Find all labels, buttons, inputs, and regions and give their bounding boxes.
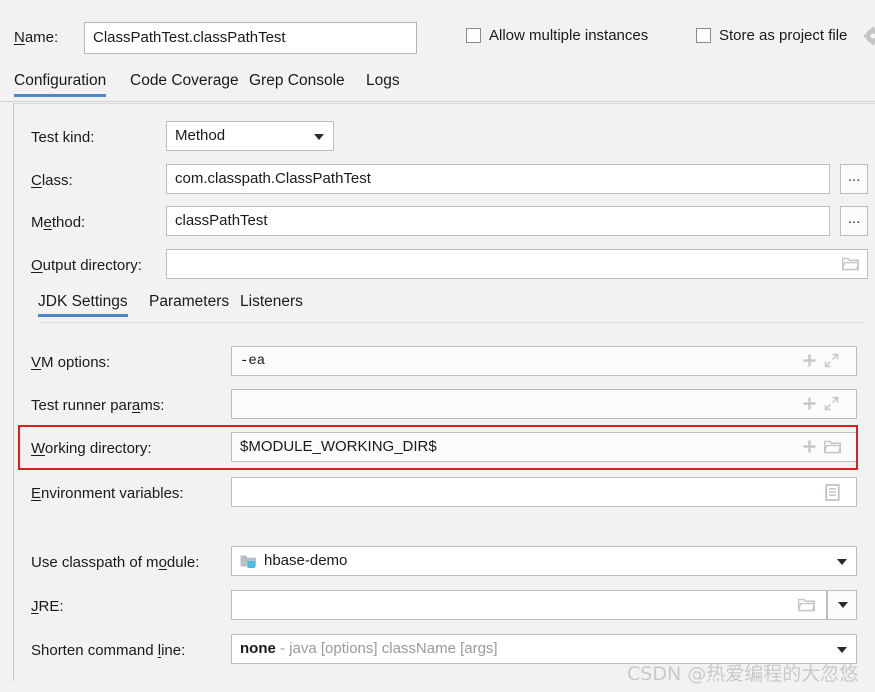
chevron-down-icon[interactable]	[838, 602, 848, 608]
vm-options-input[interactable]: -ea	[231, 346, 857, 376]
tab-code-coverage[interactable]: Code Coverage	[130, 72, 239, 97]
store-as-project-file-checkbox[interactable]: Store as project file	[696, 27, 847, 44]
working-directory-label: Working directory:	[31, 440, 152, 457]
tab-jdk-settings[interactable]: JDK Settings	[38, 293, 128, 317]
jre-dropdown-button[interactable]	[827, 590, 857, 620]
tab-label: Listeners	[240, 293, 303, 310]
name-row: Name: ClassPathTest.classPathTest Allow …	[0, 22, 875, 56]
class-input[interactable]: com.classpath.ClassPathTest	[166, 164, 830, 194]
test-kind-combo[interactable]: Method	[166, 121, 334, 151]
environment-variables-input[interactable]	[231, 477, 857, 507]
checkbox-box[interactable]	[466, 28, 481, 43]
gear-icon[interactable]	[864, 27, 875, 45]
chevron-down-icon[interactable]	[314, 134, 324, 140]
jre-browse-button[interactable]	[798, 597, 815, 612]
output-directory-input[interactable]	[166, 249, 868, 279]
environment-variables-editor-button[interactable]	[825, 484, 840, 501]
tab-grep-console[interactable]: Grep Console	[249, 72, 345, 97]
test-runner-params-label: Test runner params:	[31, 397, 165, 414]
tab-label: Code Coverage	[130, 72, 239, 89]
test-kind-label: Test kind:	[31, 129, 95, 146]
shorten-command-line-hint: - java [options] className [args]	[280, 640, 498, 657]
allow-multiple-instances-label: Allow multiple instances	[489, 27, 649, 44]
allow-multiple-instances-checkbox[interactable]: Allow multiple instances	[466, 27, 648, 44]
class-browse-button[interactable]: ...	[840, 164, 868, 194]
test-runner-params-field-icons[interactable]	[802, 396, 839, 411]
tab-logs[interactable]: Logs	[366, 72, 400, 97]
chevron-down-icon[interactable]	[837, 559, 847, 565]
plus-icon	[803, 354, 816, 367]
jre-label: JRE:	[31, 598, 64, 615]
method-label: Method:	[31, 214, 86, 231]
inner-tab-divider	[38, 322, 864, 323]
tab-label: Configuration	[14, 72, 107, 89]
name-label: Name:	[14, 29, 59, 46]
vm-options-field-icons[interactable]	[802, 353, 839, 368]
module-icon	[240, 554, 257, 569]
use-classpath-of-module-value: hbase-demo	[264, 552, 348, 570]
use-classpath-of-module-label: Use classpath of module:	[31, 554, 200, 571]
tab-parameters[interactable]: Parameters	[149, 293, 229, 317]
store-as-project-file-label: Store as project file	[719, 27, 848, 44]
chevron-down-icon[interactable]	[837, 647, 847, 653]
test-kind-value: Method	[175, 127, 226, 144]
expand-icon	[824, 396, 839, 411]
method-input[interactable]: classPathTest	[166, 206, 830, 236]
environment-variables-label: Environment variables:	[31, 485, 184, 502]
working-directory-field-icons[interactable]	[802, 439, 841, 454]
use-classpath-of-module-combo[interactable]: hbase-demo	[231, 546, 857, 576]
folder-icon	[824, 440, 841, 454]
run-configuration-dialog: Name: ClassPathTest.classPathTest Allow …	[0, 0, 875, 692]
inner-tab-bar: JDK Settings Parameters Listeners	[21, 293, 851, 323]
output-directory-browse-button[interactable]	[842, 256, 859, 271]
output-directory-label: Output directory:	[31, 257, 142, 274]
tab-listeners[interactable]: Listeners	[240, 293, 303, 317]
tab-label: Grep Console	[249, 72, 345, 89]
plus-icon	[803, 397, 816, 410]
jre-input[interactable]	[231, 590, 827, 620]
plus-icon	[803, 440, 816, 453]
test-runner-params-input[interactable]	[231, 389, 857, 419]
class-label: Class:	[31, 172, 73, 189]
checkbox-box[interactable]	[696, 28, 711, 43]
name-input[interactable]: ClassPathTest.classPathTest	[84, 22, 417, 54]
tab-label: Logs	[366, 72, 400, 89]
outer-tab-bar: Configuration Code Coverage Grep Console…	[0, 72, 875, 104]
active-tab-underline	[14, 94, 107, 97]
watermark: CSDN @热爱编程的大忽悠	[627, 663, 859, 685]
list-document-icon	[825, 484, 840, 501]
shorten-command-line-label: Shorten command line:	[31, 642, 186, 659]
configuration-panel: Test kind: Method Class: com.classpath.C…	[13, 103, 875, 681]
vm-options-label: VM options:	[31, 354, 111, 371]
tab-label: JDK Settings	[38, 293, 128, 310]
folder-icon	[798, 598, 815, 612]
method-browse-button[interactable]: ...	[840, 206, 868, 236]
working-directory-input[interactable]: $MODULE_WORKING_DIR$	[231, 432, 857, 462]
shorten-command-line-value: none	[240, 640, 276, 657]
tab-bar-divider	[0, 101, 875, 102]
folder-icon	[842, 257, 859, 271]
expand-icon	[824, 353, 839, 368]
active-inner-tab-underline	[38, 314, 128, 317]
tab-label: Parameters	[149, 293, 230, 310]
tab-configuration[interactable]: Configuration	[14, 72, 107, 97]
